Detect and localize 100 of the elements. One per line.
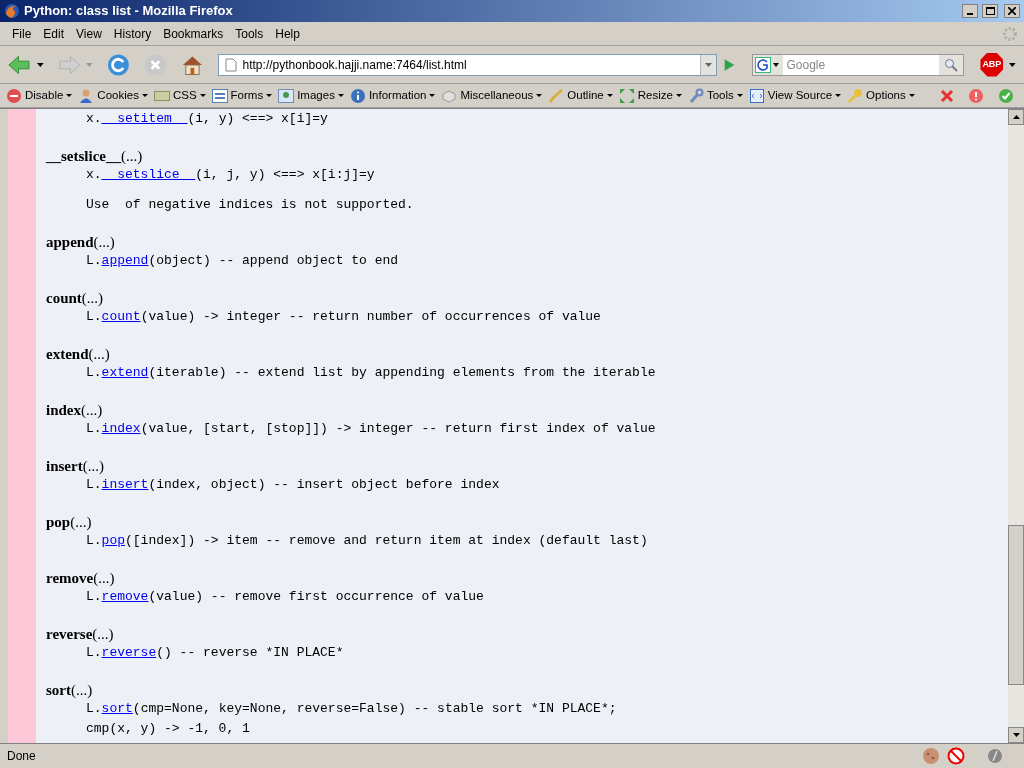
source-icon [748,87,765,104]
code-text: L. [86,589,102,604]
dropdown-caret-icon [773,62,780,67]
no-entry-icon [6,87,22,104]
dropdown-caret-icon[interactable] [36,62,44,67]
dropdown-caret-icon [835,94,842,97]
method-name: insert [46,458,83,474]
reload-icon[interactable] [107,52,130,77]
dropdown-caret-icon [337,94,344,97]
method-link[interactable]: count [101,309,141,324]
minimize-button[interactable] [962,4,978,18]
close-button[interactable] [1004,4,1020,18]
cookie-icon[interactable] [922,747,940,765]
home-icon[interactable] [180,53,204,76]
scrollbar[interactable] [1008,109,1024,743]
doc-text: cmp(x, y) -> -1, 0, 1 [86,721,250,736]
toolbar-menu-button[interactable]: Tools [687,86,743,105]
code-text: L. [86,253,102,268]
code-text: x. [86,167,102,182]
method-args: (...) [81,402,103,418]
toolbar-menu-button[interactable]: Resize [618,86,682,105]
toolbar-menu-button[interactable]: Forms [211,86,273,105]
checkmark-icon[interactable] [998,87,1014,104]
brush-icon [548,87,565,104]
toolbar-menu-button[interactable]: Miscellaneous [441,86,543,105]
method-link[interactable]: sort [101,701,133,716]
dropdown-caret-icon [141,94,148,97]
resize-icon [618,87,635,104]
menu-item[interactable]: Help [269,24,306,43]
method-args: (...) [81,290,104,306]
method-link[interactable]: extend [101,365,149,380]
adblock-button[interactable]: ABP [980,52,1004,77]
close-icon[interactable] [940,88,954,103]
method-name: __setslice__ [46,148,121,164]
search-engine-button[interactable] [753,54,784,75]
method-args: (...) [70,514,92,530]
search-field[interactable]: Google [783,54,940,75]
menu-item[interactable]: File [6,24,38,43]
dropdown-caret-icon [429,94,436,97]
method-link[interactable]: insert [101,477,149,492]
code-text: (i, y) <==> x[i]=y [187,111,328,126]
toolbar-menu-button[interactable]: Cookies [78,86,148,105]
menu-item[interactable]: View [70,24,108,43]
method-args: (...) [93,234,115,250]
address-bar[interactable]: http://pythonbook.hajji.name:7464/list.html [217,53,718,76]
method-name: index [46,402,81,418]
search-box[interactable]: Google [752,53,965,76]
dropdown-caret-icon[interactable] [1009,62,1016,67]
back-arrow-icon[interactable] [8,53,31,76]
code-text: L. [86,309,102,324]
code-text: (iterable) -- extend list by appending elements from the iterable [148,365,656,380]
search-icon [944,57,959,72]
maximize-button[interactable] [982,4,998,18]
method-link[interactable]: reverse [101,645,157,660]
scroll-down-arrow-icon [1012,733,1020,737]
method-link[interactable]: __setslice__ [101,167,196,182]
dropdown-caret-icon [536,94,543,97]
history-dropdown-button[interactable] [700,54,717,75]
dropdown-caret-icon [908,94,915,97]
method-args: (...) [121,148,143,164]
dropdown-caret-icon [66,94,73,97]
dropdown-caret-icon [675,94,682,97]
method-link[interactable]: index [101,421,141,436]
menu-item[interactable]: Edit [37,24,71,43]
code-text: L. [86,645,102,660]
dropdown-caret-icon [266,94,273,97]
code-text: L. [86,701,102,716]
error-icon[interactable] [968,87,984,104]
method-name: extend [46,346,89,362]
code-text: (cmp=None, key=None, reverse=False) -- stable sort *IN PLACE*; [132,701,617,716]
toolbar-menu-button[interactable]: Options [847,86,915,105]
search-button[interactable] [939,54,964,75]
method-link[interactable]: append [101,253,149,268]
toolbar-menu-button[interactable]: View Source [748,86,842,105]
method-link[interactable]: remove [101,589,149,604]
slash-circle-icon[interactable] [986,747,1004,765]
menu-item[interactable]: Tools [229,24,270,43]
search-engine-icon [755,56,772,73]
method-link[interactable]: __setitem__ [101,111,188,126]
toolbar-menu-button[interactable]: Information [349,86,436,105]
menu-item[interactable]: History [107,24,158,43]
code-text: ([index]) -> item -- remove and return item at index (default last) [125,533,648,548]
toolbar-menu-button[interactable]: CSS [153,86,206,105]
code-text: (value) -- remove first occurrence of value [148,589,484,604]
toolbar-menu-button[interactable]: Disable [6,86,73,105]
window-title: Python: class list - Mozilla Firefox [24,2,234,21]
code-text: () -- reverse *IN PLACE* [156,645,344,660]
status-text: Done [6,748,37,765]
scroll-up-arrow-icon [1012,115,1020,119]
blocked-script-icon[interactable] [947,747,965,765]
form-icon [211,87,228,104]
browser-logo-icon [4,3,20,19]
throbber-icon [1002,25,1018,42]
code-text: L. [86,365,102,380]
method-name: count [46,290,82,306]
toolbar-menu-button[interactable]: Outline [548,86,613,105]
menu-item[interactable]: Bookmarks [157,24,230,43]
doc-text: Use of negative indices is not supported. [86,197,414,212]
toolbar-menu-button[interactable]: Images [278,86,344,105]
method-link[interactable]: pop [101,533,125,548]
